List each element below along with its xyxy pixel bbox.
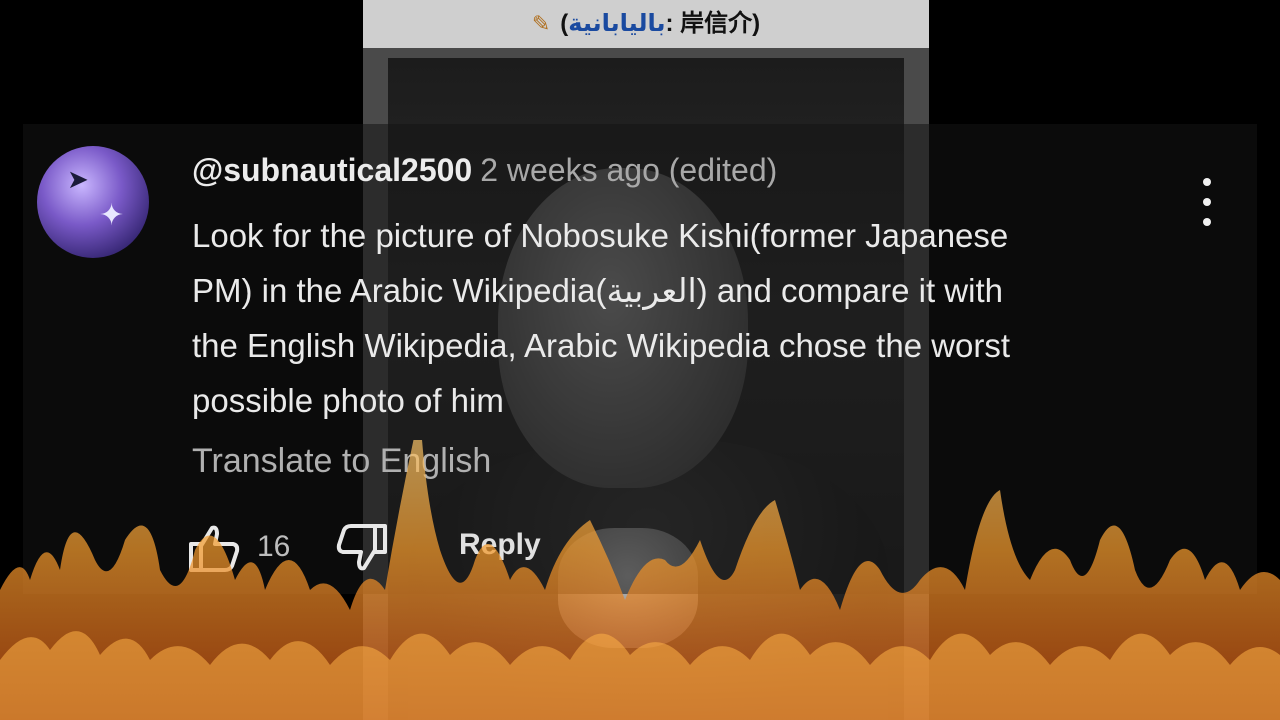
comment-text: Look for the picture of Nobosuke Kishi(f…: [192, 208, 1172, 428]
dislike-button[interactable]: [333, 520, 391, 576]
wiki-japanese-name: 岸信介: [680, 10, 753, 37]
thumbs-up-icon: [189, 525, 240, 572]
avatar-diver-glyph: ✦: [99, 199, 125, 232]
pencil-icon: ✎: [531, 11, 551, 36]
comment-text-line: possible photo of him: [192, 382, 504, 419]
translate-button[interactable]: Translate to English: [192, 442, 491, 481]
comment-text-line: PM) in the Arabic Wikipedia(العربية) and…: [192, 272, 1003, 309]
comment-username[interactable]: @subnautical2500: [192, 152, 472, 188]
comment-text-line: Look for the picture of Nobosuke Kishi(f…: [192, 217, 1009, 254]
like-count: 16: [257, 530, 291, 563]
more-vert-icon: [1203, 178, 1211, 186]
wiki-language-link[interactable]: باليابانية: [568, 10, 665, 37]
like-button[interactable]: [185, 520, 243, 576]
comment-text-line: the English Wikipedia, Arabic Wikipedia …: [192, 327, 1011, 364]
more-vert-icon-dot: [1203, 218, 1211, 226]
title-paren-close: ): [752, 10, 761, 37]
comment-card: ➤ ✦ @subnautical2500 2 weeks ago (edited)…: [23, 124, 1257, 594]
more-options-button[interactable]: [1195, 178, 1219, 226]
wiki-title-header: ✎ (باليابانية: 岸信介): [363, 0, 929, 48]
avatar-fish-glyph: ➤: [67, 164, 89, 194]
more-vert-icon-dot: [1203, 198, 1211, 206]
thumbs-down-icon: [336, 524, 387, 571]
comment-timestamp[interactable]: 2 weeks ago (edited): [480, 152, 777, 188]
comment-meta: @subnautical2500 2 weeks ago (edited): [192, 152, 777, 189]
reply-button[interactable]: Reply: [459, 528, 541, 562]
title-separator: :: [665, 10, 681, 37]
avatar[interactable]: ➤ ✦: [37, 146, 149, 258]
comment-actions: 16 Reply: [185, 520, 605, 576]
